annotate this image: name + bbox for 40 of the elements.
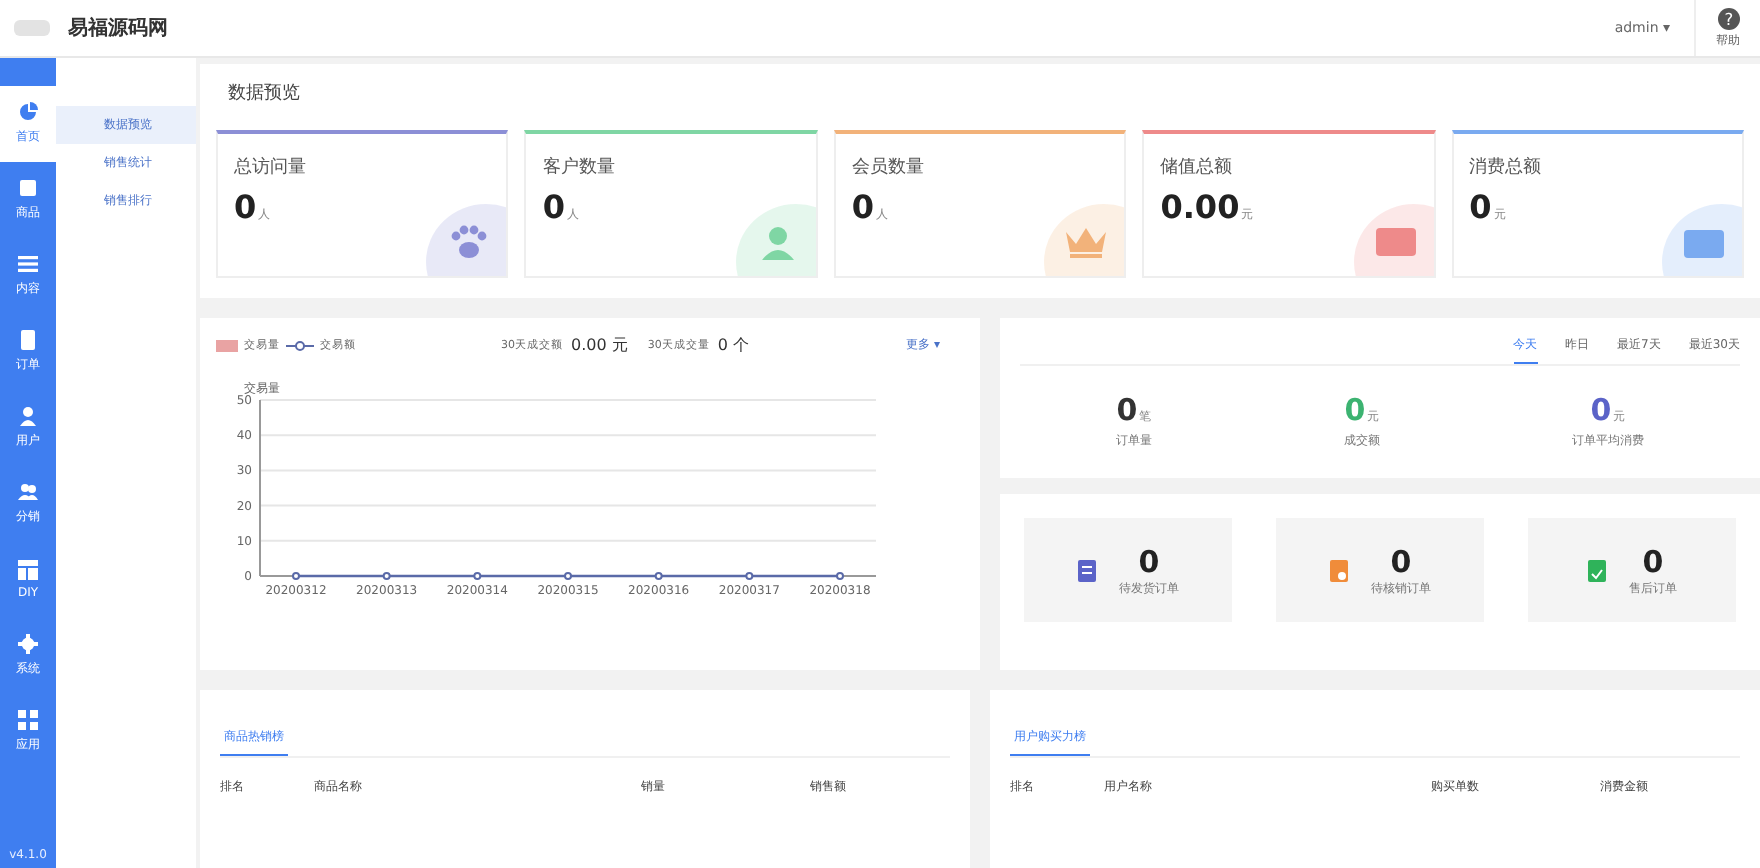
paw-icon xyxy=(446,224,491,260)
stat-label: 会员数量 xyxy=(851,155,926,180)
stat-value: 0 xyxy=(234,188,257,226)
stat-value: 0 xyxy=(1116,392,1138,428)
user-icon xyxy=(18,406,38,426)
card-icon xyxy=(1373,224,1418,260)
summary-value: 0 个 xyxy=(717,334,750,356)
stat-value: 0.00 xyxy=(1160,188,1240,226)
data-point xyxy=(745,572,754,580)
stat-value: 0 xyxy=(1469,188,1492,226)
order-count: 0 xyxy=(1390,543,1412,579)
stat-label: 客户数量 xyxy=(542,155,617,180)
order-count: 0 xyxy=(1642,543,1664,579)
pie-icon xyxy=(18,102,38,122)
grid-icon xyxy=(18,710,38,730)
list-icon xyxy=(18,254,38,274)
summary-value: 0.00 元 xyxy=(571,334,628,356)
data-point xyxy=(382,572,391,580)
data-point xyxy=(564,572,572,580)
stat-value: 0 xyxy=(1344,392,1366,428)
stat-value: 0 xyxy=(542,188,566,226)
data-point xyxy=(473,572,482,580)
doc-icon xyxy=(18,330,38,350)
stat-label: 储值总额 xyxy=(1160,155,1235,180)
data-point xyxy=(292,572,300,580)
site-name: 易福源码网 xyxy=(68,15,168,42)
users-icon xyxy=(18,482,38,502)
stat-value: 0 xyxy=(851,188,874,226)
help-icon: ? xyxy=(1717,7,1739,29)
stat-value: 0 xyxy=(1590,392,1612,428)
data-point xyxy=(654,572,663,580)
logo-icon xyxy=(12,16,52,40)
stat-label: 消费总额 xyxy=(1469,155,1544,180)
wallet-icon xyxy=(1682,224,1727,260)
crown-icon xyxy=(1064,224,1109,260)
page-title: 数据预览 xyxy=(228,81,302,106)
stat-label: 总访问量 xyxy=(234,155,308,180)
data-point xyxy=(836,572,844,580)
layout-icon xyxy=(18,560,38,580)
order-count: 0 xyxy=(1138,543,1160,579)
